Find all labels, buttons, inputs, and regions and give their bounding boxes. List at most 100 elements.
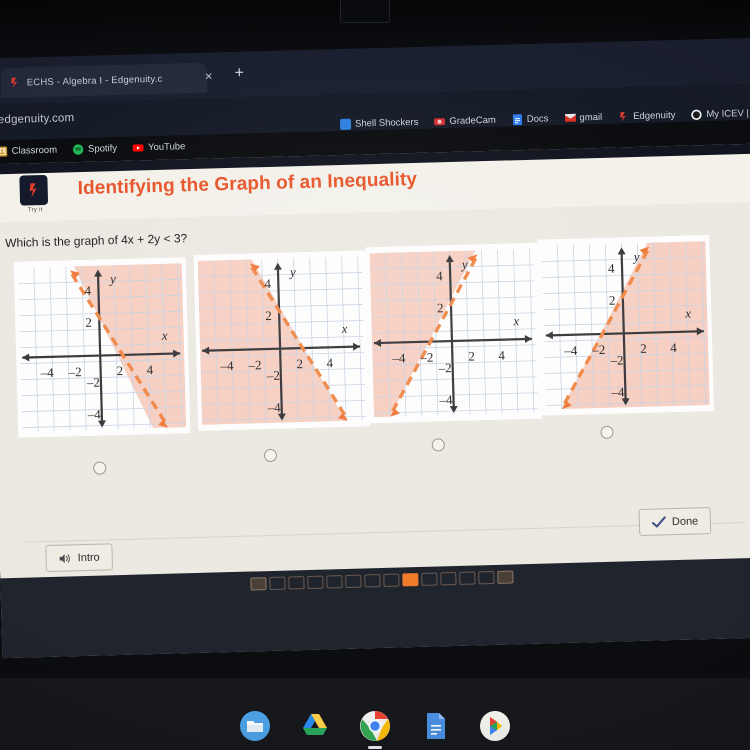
- progress-step[interactable]: [326, 574, 343, 589]
- address-bar[interactable]: edgenuity.com: [0, 112, 74, 126]
- svg-text:4: 4: [84, 283, 91, 298]
- edgenuity-flame-icon: [19, 174, 49, 206]
- try-it-caption: Try it: [27, 207, 43, 214]
- bookmark-label: Classroom: [11, 144, 58, 157]
- graph-choice-d[interactable]: 42 –2 –4 24 –4 –2 y x: [537, 235, 714, 416]
- svg-text:4: 4: [436, 268, 443, 283]
- close-tab-icon[interactable]: ×: [202, 68, 216, 83]
- bookmark-label: Edgenuity: [633, 109, 676, 123]
- radio-choice-a[interactable]: [93, 461, 107, 475]
- bookmark-label: gmail: [579, 111, 603, 124]
- radio-choice-c[interactable]: [431, 438, 445, 452]
- svg-text:–4: –4: [266, 400, 281, 415]
- svg-text:4: 4: [608, 261, 615, 276]
- edgenuity-favicon: [9, 77, 21, 89]
- new-tab-icon[interactable]: +: [234, 65, 244, 82]
- bookmark-spotify[interactable]: Spotify: [73, 143, 117, 155]
- shell-shockers-icon: [339, 118, 352, 130]
- svg-text:–2: –2: [247, 357, 261, 372]
- svg-text:–4: –4: [563, 343, 578, 358]
- progress-step[interactable]: [364, 573, 381, 587]
- page-bottom-shadow: [0, 557, 750, 659]
- google-drive-icon[interactable]: [299, 710, 331, 742]
- bookmark-docs[interactable]: Docs: [512, 113, 549, 126]
- bookmark-label: GradeCam: [449, 114, 496, 128]
- graph-choice-b[interactable]: 42 –2 –4 24 –4 –2 y x: [193, 250, 371, 431]
- files-icon[interactable]: [239, 710, 271, 742]
- progress-step[interactable]: [250, 576, 267, 591]
- progress-step[interactable]: [383, 573, 400, 587]
- progress-step-current[interactable]: [402, 572, 419, 586]
- graph-choice-a[interactable]: 4 2 –2 –4 2 4 –4 –2 y x: [13, 257, 191, 438]
- progress-step[interactable]: [269, 576, 286, 590]
- chrome-icon[interactable]: [359, 710, 391, 749]
- svg-text:–4: –4: [39, 365, 54, 380]
- footer-divider: [25, 522, 745, 543]
- svg-text:4: 4: [326, 355, 333, 370]
- radio-choice-b[interactable]: [263, 448, 278, 463]
- browser-tab[interactable]: ECHS - Algebra I - Edgenuity.c: [0, 62, 208, 99]
- intro-button[interactable]: Intro: [45, 543, 114, 573]
- answer-choice-graphs: 4 2 –2 –4 2 4 –4 –2 y x 4 2 –2 –4 2 4 –4…: [13, 235, 738, 438]
- progress-step[interactable]: [497, 569, 514, 584]
- svg-text:–2: –2: [591, 342, 605, 357]
- done-button-label: Done: [671, 514, 699, 528]
- play-store-icon[interactable]: [479, 710, 511, 742]
- svg-text:2: 2: [609, 293, 616, 308]
- svg-text:–2: –2: [86, 375, 100, 390]
- svg-text:–2: –2: [67, 364, 81, 379]
- speaker-icon: [59, 552, 72, 564]
- svg-text:–4: –4: [219, 358, 234, 373]
- svg-text:–2: –2: [419, 350, 433, 365]
- svg-text:4: 4: [264, 276, 271, 291]
- gradecam-icon: [434, 116, 446, 127]
- bookmark-label: Shell Shockers: [354, 116, 419, 130]
- graph-choice-c[interactable]: 42 –2 –4 24 –4 –2 y x: [365, 242, 543, 424]
- bookmark-classroom[interactable]: Classroom: [0, 145, 57, 158]
- google-classroom-icon: [0, 146, 8, 157]
- check-icon: [651, 515, 666, 528]
- bookmark-my-icev[interactable]: My ICEV |: [691, 108, 749, 121]
- svg-text:x: x: [160, 328, 167, 343]
- progress-step[interactable]: [478, 570, 495, 584]
- progress-step[interactable]: [345, 574, 362, 588]
- svg-text:2: 2: [437, 300, 444, 315]
- bookmark-edgenuity[interactable]: Edgenuity: [618, 110, 676, 123]
- laptop-screen: ECHS - Algebra I - Edgenuity.c × + edgen…: [0, 37, 750, 659]
- svg-text:–4: –4: [87, 407, 102, 422]
- browser-tab-title: ECHS - Algebra I - Edgenuity.c: [26, 73, 163, 88]
- bookmark-label: My ICEV |: [706, 107, 750, 121]
- bookmark-label: YouTube: [147, 141, 186, 154]
- chromeos-shelf: [0, 678, 750, 750]
- progress-step[interactable]: [307, 575, 324, 589]
- svg-text:2: 2: [265, 308, 272, 323]
- spotify-icon: [73, 144, 84, 155]
- bookmark-gradecam[interactable]: GradeCam: [434, 115, 496, 128]
- svg-text:2: 2: [85, 315, 92, 330]
- svg-text:–4: –4: [610, 384, 625, 399]
- progress-step[interactable]: [440, 571, 457, 585]
- question-text: Which is the graph of 4x + 2y < 3?: [4, 231, 188, 251]
- icev-icon: [691, 109, 703, 121]
- edgenuity-icon: [618, 111, 629, 122]
- svg-text:2: 2: [640, 341, 647, 356]
- progress-step[interactable]: [421, 572, 438, 586]
- progress-step[interactable]: [459, 570, 476, 585]
- svg-text:4: 4: [146, 362, 153, 377]
- bookmark-shell-shockers[interactable]: Shell Shockers: [339, 116, 419, 130]
- bookmark-youtube[interactable]: YouTube: [133, 141, 186, 153]
- google-docs-icon[interactable]: [419, 710, 451, 742]
- webcam: [340, 0, 390, 23]
- gmail-icon: [564, 113, 576, 124]
- youtube-icon: [133, 142, 145, 153]
- bookmark-label: Docs: [526, 113, 549, 125]
- bookmark-gmail[interactable]: gmail: [564, 112, 602, 124]
- svg-text:–4: –4: [391, 350, 406, 365]
- radio-choice-d[interactable]: [600, 425, 614, 440]
- done-button[interactable]: Done: [638, 507, 712, 537]
- intro-button-label: Intro: [77, 551, 100, 564]
- svg-text:–4: –4: [438, 392, 453, 407]
- svg-text:4: 4: [498, 348, 505, 363]
- svg-text:x: x: [340, 321, 347, 336]
- progress-step[interactable]: [288, 575, 305, 590]
